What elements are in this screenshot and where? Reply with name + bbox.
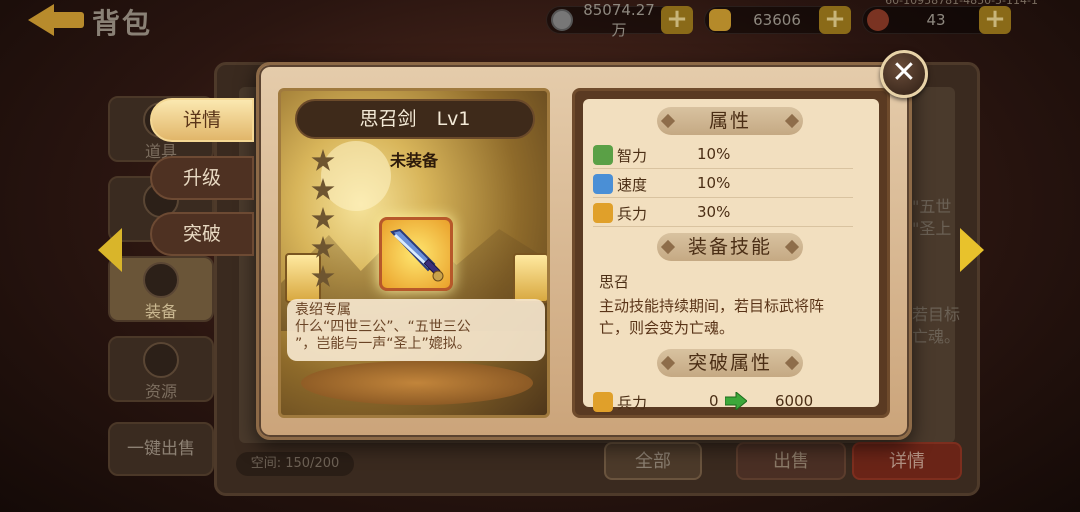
lantern-icon <box>513 253 547 303</box>
pedestal <box>301 361 533 405</box>
skill-name: 思召 <box>599 273 630 291</box>
equipment-icon <box>143 262 179 298</box>
troops-icon <box>593 203 613 223</box>
filter-all-button[interactable]: 全部 <box>604 442 702 480</box>
sidebar-item-equipment[interactable]: 装备 <box>108 256 214 322</box>
attributes-header: 属性 <box>657 107 803 135</box>
sell-button[interactable]: 出售 <box>736 442 846 480</box>
item-description: 袁绍专属 什么“四世三公”、“五世三公 ”，岂能与一声“圣上”媲拟。 <box>287 299 545 361</box>
attribute-row: 速度 10% <box>593 170 853 198</box>
item-lore: ”，岂能与一声“圣上”媲拟。 <box>295 336 471 352</box>
resource-coins: 85074.27万 + <box>546 1 693 39</box>
gold-ingot-icon <box>709 9 731 31</box>
sell-all-button[interactable]: 一键出售 <box>108 422 214 476</box>
star-icon <box>311 178 335 200</box>
star-icon <box>311 265 335 287</box>
close-button[interactable]: ✕ <box>880 50 928 98</box>
item-level: Lv1 <box>436 108 471 130</box>
skill-description: 主动技能持续期间，若目标武将阵 亡，则会变为亡魂。 <box>599 297 825 337</box>
skill-header: 装备技能 <box>657 233 803 261</box>
resource-food: 43 + <box>862 6 1011 34</box>
star-rating <box>311 149 337 294</box>
tab-upgrade[interactable]: 升级 <box>150 156 254 200</box>
green-arrow-icon <box>725 392 747 410</box>
item-lore: 什么“四世三公”、“五世三公 <box>295 319 471 335</box>
intelligence-icon <box>593 145 613 165</box>
attribute-row: 智力 10% <box>593 141 853 169</box>
bag-capacity: 空间: 150/200 <box>236 452 354 476</box>
item-owner: 袁绍专属 <box>295 302 351 318</box>
sword-icon[interactable] <box>379 217 453 291</box>
star-icon <box>311 149 335 171</box>
coin-icon <box>551 9 573 31</box>
peek-text: 若目标 <box>912 305 961 324</box>
speed-boot-icon <box>593 174 613 194</box>
breakthrough-row: 兵力 0 6000 <box>593 388 853 416</box>
peek-text: 亡魂。 <box>912 327 961 346</box>
star-icon <box>311 207 335 229</box>
item-name-bar: 思召剑 Lv1 <box>295 99 535 139</box>
breakthrough-from: 0 <box>709 392 719 410</box>
prev-arrow-icon[interactable] <box>98 228 122 272</box>
attribute-panel: 属性 智力 10% 速度 10% 兵力 30% 装备技能 思召 主动技能持续期间… <box>572 88 890 418</box>
item-name: 思召剑 <box>359 108 417 130</box>
sidebar-item-resources[interactable]: 资源 <box>108 336 214 402</box>
breakthrough-header: 突破属性 <box>657 349 803 377</box>
star-icon <box>311 236 335 258</box>
add-coins-button[interactable]: + <box>661 6 693 34</box>
peek-text: "五世 <box>912 197 952 216</box>
item-showcase: 思召剑 Lv1 未装备 袁绍专属 什么“四世三公”、“五世三公 ”，岂能与一声“… <box>278 88 550 418</box>
detail-button[interactable]: 详情 <box>852 442 962 480</box>
next-arrow-icon[interactable] <box>960 228 984 272</box>
back-button[interactable] <box>20 0 90 42</box>
tab-detail[interactable]: 详情 <box>150 98 254 142</box>
resource-gold: 63606 + <box>704 6 851 34</box>
add-gold-button[interactable]: + <box>819 6 851 34</box>
add-food-button[interactable]: + <box>979 6 1011 34</box>
troops-icon <box>593 392 613 412</box>
gem-icon <box>143 342 179 378</box>
peek-text: "圣上 <box>912 219 952 238</box>
breakthrough-to: 6000 <box>775 392 814 410</box>
tab-breakthrough[interactable]: 突破 <box>150 212 254 256</box>
attribute-row: 兵力 30% <box>593 199 853 227</box>
meat-icon <box>867 9 889 31</box>
page-title: 背包 <box>92 7 153 40</box>
